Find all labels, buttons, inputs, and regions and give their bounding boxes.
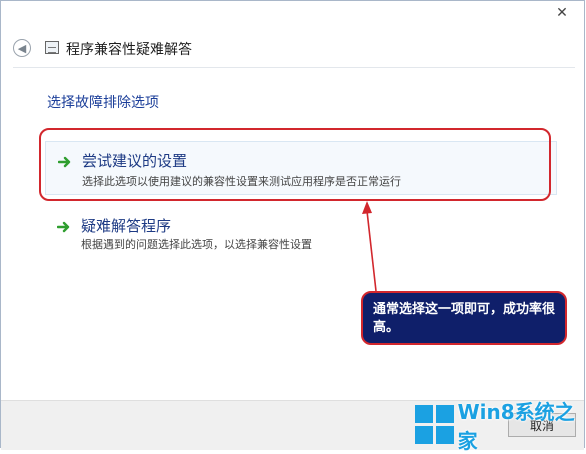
close-button[interactable]: ✕	[548, 4, 576, 22]
option-description: 根据遇到的问题选择此选项，以选择兼容性设置	[81, 238, 312, 251]
navigation-bar: ◀ 程序兼容性疑难解答	[1, 29, 584, 67]
window-title: 程序兼容性疑难解答	[66, 42, 192, 58]
green-arrow-icon	[57, 221, 70, 233]
option-title: 疑难解答程序	[81, 217, 172, 235]
close-icon: ✕	[556, 5, 568, 21]
troubleshooter-app-icon	[45, 41, 59, 54]
back-button[interactable]: ◀	[13, 39, 31, 57]
watermark: Win8系统之家	[415, 400, 583, 453]
back-arrow-icon: ◀	[17, 41, 27, 55]
troubleshooter-window: ✕ ◀ 程序兼容性疑难解答 选择故障排除选项 尝试建议的设置 选择此选项以使用建…	[0, 0, 585, 450]
watermark-text: Win8系统之家	[457, 400, 575, 453]
annotation-highlight-box	[39, 128, 551, 201]
content-divider	[13, 67, 575, 68]
option-troubleshoot-program[interactable]: 疑难解答程序 根据遇到的问题选择此选项，以选择兼容性设置	[45, 209, 555, 261]
title-bar: ✕	[1, 1, 584, 29]
page-heading: 选择故障排除选项	[47, 95, 159, 111]
windows-logo-icon	[415, 405, 454, 445]
annotation-callout: 通常选择这一项即可，成功率很高。	[361, 291, 567, 345]
